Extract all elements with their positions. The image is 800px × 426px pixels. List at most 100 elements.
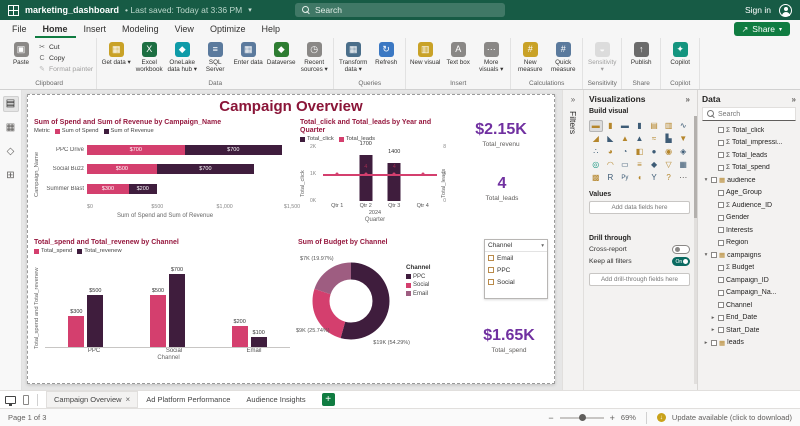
menu-tab-help[interactable]: Help [253, 20, 288, 38]
field-row-channel[interactable]: Channel [702, 299, 796, 312]
ribbon-button-refresh[interactable]: ↻ Refresh [370, 40, 402, 66]
expander-icon[interactable]: ▸ [703, 340, 709, 346]
field-row-budget[interactable]: Σ Budget [702, 262, 796, 275]
field-row-total-leads[interactable]: Σ Total_leads [702, 149, 796, 162]
ribbon-button-sql-server[interactable]: ≡ SQL Server [199, 40, 231, 73]
ribbon-button-sensitivity[interactable]: ◒ Sensitivity ▾ [586, 40, 618, 73]
page-tab-campaign-overview[interactable]: Campaign Overview × [46, 391, 139, 408]
menu-tab-insert[interactable]: Insert [76, 20, 115, 38]
field-checkbox[interactable] [711, 252, 717, 259]
more-visuals-icon[interactable]: ⋯ [676, 172, 690, 184]
ribbon-button-copilot[interactable]: ✦ Copilot [664, 40, 696, 66]
new-page-button[interactable]: + [321, 393, 335, 406]
bar-segment[interactable]: $500 [87, 164, 157, 175]
waterfall-chart-icon[interactable]: ▙ [662, 133, 676, 145]
title-caret-icon[interactable]: ▾ [248, 6, 252, 14]
zoom-in-button[interactable]: + [610, 413, 615, 423]
field-checkbox[interactable] [718, 289, 724, 296]
report-canvas[interactable]: Campaign Overview Sum of Spend and Sum o… [22, 90, 562, 390]
field-checkbox[interactable] [718, 327, 724, 334]
zoom-slider-thumb[interactable] [579, 414, 587, 421]
card-total-spend[interactable]: $1.65K Total_spend [468, 327, 550, 377]
bar-segment[interactable]: $700 [156, 164, 255, 175]
field-row-total-spend[interactable]: Σ Total_spend [702, 162, 796, 175]
model-view-button[interactable]: ◇ [3, 144, 19, 160]
dax-query-view-button[interactable]: ⊞ [3, 168, 19, 184]
expander-icon[interactable]: ▸ [710, 327, 716, 333]
ribbon-button-format-painter[interactable]: ✎ Format painter [38, 64, 93, 74]
field-checkbox[interactable] [718, 302, 724, 309]
line-and-stacked-column-chart-icon[interactable]: ▲ [618, 133, 632, 145]
r-script-visual-icon[interactable]: R [604, 172, 618, 184]
expander-icon[interactable]: ▾ [703, 252, 709, 258]
bar-total-spend[interactable]: $300 [68, 309, 85, 348]
sign-in-button[interactable]: Sign in [745, 5, 771, 15]
channel-slicer[interactable]: Channel ▾ Email PPC Social [484, 239, 548, 299]
card-total-revenue[interactable]: $2.15K Total_revenu [452, 121, 550, 163]
zoom-slider[interactable] [559, 414, 604, 421]
bar-total-spend[interactable]: $500 [149, 288, 166, 348]
qa-visual-icon[interactable]: ? [662, 172, 676, 184]
field-row-gender[interactable]: Gender [702, 212, 796, 225]
field-row-campaigns[interactable]: ▾ ▦ campaigns [702, 249, 796, 262]
close-tab-icon[interactable]: × [126, 395, 131, 404]
field-row-start-date[interactable]: ▸ Start_Date [702, 324, 796, 337]
card-total-leads[interactable]: 4 Total_leads [458, 175, 546, 221]
page-tab-audience-insights[interactable]: Audience Insights [238, 391, 313, 408]
ribbon-button-publish[interactable]: ↑ Publish [625, 40, 657, 66]
page-title[interactable]: Campaign Overview [28, 98, 554, 115]
menu-tab-modeling[interactable]: Modeling [114, 20, 167, 38]
slicer-item-ppc[interactable]: PPC [485, 264, 547, 276]
field-row-total-click[interactable]: Σ Total_click [702, 124, 796, 137]
collapse-pane-icon[interactable]: » [686, 95, 690, 104]
ribbon-button-more-visuals[interactable]: ⋯ More visuals ▾ [475, 40, 507, 73]
field-row-total-impressi[interactable]: Σ Total_impressi... [702, 137, 796, 150]
field-row-leads[interactable]: ▸ ▦ leads [702, 337, 796, 350]
ribbon-button-enter-data[interactable]: ▦ Enter data [232, 40, 264, 66]
visual-bar-spend-revenue-by-campaign[interactable]: Sum of Spend and Sum of Revenue by Campa… [34, 119, 300, 235]
field-checkbox[interactable] [718, 189, 724, 196]
bar-total-revenew[interactable]: $100 [250, 330, 267, 348]
ribbon-button-get-data[interactable]: ▦ Get data ▾ [100, 40, 132, 66]
field-row-audience[interactable]: ▾ ▦ audience [702, 174, 796, 187]
field-checkbox[interactable] [711, 339, 717, 346]
menu-tab-optimize[interactable]: Optimize [202, 20, 254, 38]
ribbon-button-excel-workbook[interactable]: X Excel workbook [133, 40, 165, 73]
ribbon-button-copy[interactable]: C Copy [38, 53, 93, 63]
page-tab-ad-platform-performance[interactable]: Ad Platform Performance [138, 391, 238, 408]
checkbox[interactable] [488, 267, 494, 273]
field-row-end-date[interactable]: ▸ End_Date [702, 312, 796, 325]
clustered-bar-chart-icon[interactable]: ▬ [618, 120, 632, 132]
add-drill-through-fields-well[interactable]: Add drill-through fields here [589, 273, 690, 286]
field-row-campaign-id[interactable]: Campaign_ID [702, 274, 796, 287]
checkbox[interactable] [488, 279, 494, 285]
report-view-button[interactable]: ▤ [2, 96, 19, 112]
kpi-icon[interactable]: ◆ [647, 159, 661, 171]
field-checkbox[interactable] [718, 164, 724, 171]
azure-map-icon[interactable]: ◎ [589, 159, 603, 171]
update-available-link[interactable]: Update available (click to download) [672, 413, 792, 422]
zoom-out-button[interactable]: − [548, 413, 553, 423]
ribbon-button-recent-sources[interactable]: ◷ Recent sources ▾ [298, 40, 330, 73]
desktop-layout-icon[interactable] [5, 395, 16, 406]
cross-report-toggle[interactable] [672, 245, 690, 254]
ribbon-button-paste[interactable]: ▣ Paste [5, 40, 37, 66]
field-checkbox[interactable] [711, 177, 717, 184]
ribbon-button-transform-data[interactable]: ▦ Transform data ▾ [337, 40, 369, 73]
ribbon-button-new-measure[interactable]: # New measure [514, 40, 546, 73]
treemap-icon[interactable]: ◧ [633, 146, 647, 158]
field-checkbox[interactable] [718, 152, 724, 159]
bar-segment[interactable]: $200 [128, 183, 157, 194]
menu-tab-view[interactable]: View [167, 20, 202, 38]
mobile-layout-icon[interactable] [23, 394, 29, 405]
field-row-campaign-na[interactable]: Campaign_Na... [702, 287, 796, 300]
bar-total-revenew[interactable]: $700 [168, 267, 185, 348]
funnel-chart-icon[interactable]: ▼ [676, 133, 690, 145]
visual-donut-budget-by-channel[interactable]: Sum of Budget by Channel $19K (54.29%) $9… [296, 239, 464, 379]
table-icon[interactable]: ▦ [676, 159, 690, 171]
multirow-card-icon[interactable]: ≡ [633, 159, 647, 171]
ribbon-button-new-visual[interactable]: ▥ New visual [409, 40, 441, 66]
field-checkbox[interactable] [718, 214, 724, 221]
ribbon-button-dataverse[interactable]: ◆ Dataverse [265, 40, 297, 66]
stacked-column-chart-icon[interactable]: ▮ [604, 120, 618, 132]
